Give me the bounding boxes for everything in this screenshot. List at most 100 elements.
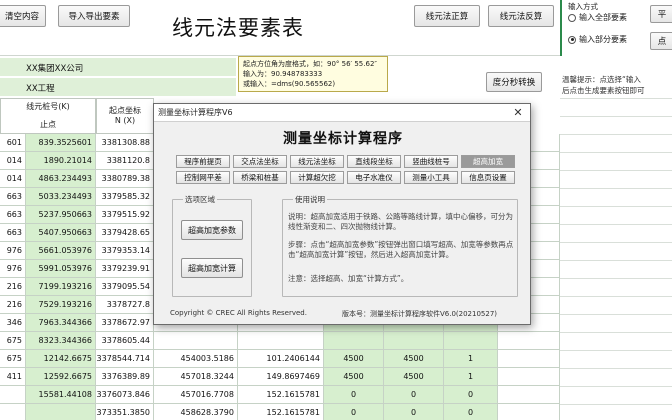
grid-cell[interactable]: 3376073.846 xyxy=(96,386,154,404)
tab-row1-5[interactable]: 超高加宽 xyxy=(461,155,515,168)
grid-cell[interactable]: 839.3525601 xyxy=(26,134,96,152)
grid-cell[interactable] xyxy=(498,332,560,350)
grid-cell[interactable]: 457018.3244 xyxy=(154,368,238,386)
grid-cell[interactable]: 7199.193216 xyxy=(26,278,96,296)
edge-button-1[interactable]: 平 xyxy=(650,5,672,23)
grid-cell[interactable]: 3378544.714 xyxy=(96,350,154,368)
grid-cell[interactable]: 411 xyxy=(0,368,26,386)
grid-cell[interactable]: 3378727.8 xyxy=(96,296,154,314)
grid-cell[interactable]: 4500 xyxy=(384,368,444,386)
tab-row2-5[interactable]: 信息页设置 xyxy=(461,171,515,184)
grid-cell[interactable]: 675 xyxy=(0,350,26,368)
grid-cell[interactable] xyxy=(498,368,560,386)
grid-cell[interactable]: 5033.234493 xyxy=(26,188,96,206)
grid-cell[interactable]: 12592.6675 xyxy=(26,368,96,386)
column-header-start-coord[interactable]: 起点坐标 N (X) xyxy=(96,98,154,134)
grid-cell[interactable]: 3379585.32 xyxy=(96,188,154,206)
grid-cell[interactable]: 663 xyxy=(0,206,26,224)
grid-cell[interactable]: 5407.950663 xyxy=(26,224,96,242)
grid-cell[interactable] xyxy=(154,332,238,350)
grid-cell[interactable]: 4863.234493 xyxy=(26,170,96,188)
tab-row2-1[interactable]: 桥梁和桩基 xyxy=(233,171,287,184)
grid-cell[interactable]: 675 xyxy=(0,332,26,350)
grid-cell[interactable]: 4500 xyxy=(324,350,384,368)
tab-row2-3[interactable]: 电子水准仪 xyxy=(347,171,401,184)
option-partial-elements[interactable]: 输入部分要素 xyxy=(568,34,627,45)
dialog-titlebar[interactable]: 测量坐标计算程序V6 xyxy=(154,104,530,122)
radio-checked-icon[interactable] xyxy=(568,35,576,44)
grid-cell[interactable] xyxy=(444,332,498,350)
grid-cell[interactable]: 12142.6675 xyxy=(26,350,96,368)
grid-cell[interactable]: 454003.5186 xyxy=(154,350,238,368)
grid-cell[interactable]: 1 xyxy=(444,368,498,386)
grid-cell[interactable]: 3379428.65 xyxy=(96,224,154,242)
grid-cell[interactable] xyxy=(498,404,560,420)
import-export-button[interactable]: 导入导出要素 xyxy=(58,5,130,27)
grid-cell[interactable]: 5661.053976 xyxy=(26,242,96,260)
grid-cell[interactable]: 0 xyxy=(324,386,384,404)
grid-cell[interactable]: 152.1615781 xyxy=(238,386,324,404)
grid-cell[interactable]: 0 xyxy=(384,404,444,420)
grid-cell[interactable]: 4500 xyxy=(324,368,384,386)
grid-cell[interactable]: 0 xyxy=(324,404,384,420)
grid-cell[interactable] xyxy=(498,386,560,404)
grid-cell[interactable] xyxy=(384,332,444,350)
grid-cell[interactable]: 7963.344366 xyxy=(26,314,96,332)
grid-cell[interactable]: 149.8697469 xyxy=(238,368,324,386)
tab-row1-0[interactable]: 程序前提页 xyxy=(176,155,230,168)
grid-cell[interactable]: 014 xyxy=(0,170,26,188)
superelevation-params-button[interactable]: 超高加宽参数 xyxy=(181,220,243,240)
grid-cell[interactable]: 3378672.97 xyxy=(96,314,154,332)
grid-cell[interactable]: 101.2406144 xyxy=(238,350,324,368)
inverse-calc-button[interactable]: 线元法反算 xyxy=(488,5,554,27)
grid-cell[interactable]: 014 xyxy=(0,152,26,170)
grid-cell[interactable]: 601 xyxy=(0,134,26,152)
grid-cell[interactable]: 8323.344366 xyxy=(26,332,96,350)
grid-cell[interactable]: 7529.193216 xyxy=(26,296,96,314)
grid-cell[interactable]: 216 xyxy=(0,278,26,296)
grid-cell[interactable]: 457016.7708 xyxy=(154,386,238,404)
grid-cell[interactable]: 3381308.88 xyxy=(96,134,154,152)
radio-unchecked-icon[interactable] xyxy=(568,13,576,22)
grid-cell[interactable]: 3379239.91 xyxy=(96,260,154,278)
clear-content-button[interactable]: 清空内容 xyxy=(0,5,46,27)
grid-cell[interactable]: 0 xyxy=(444,386,498,404)
grid-cell[interactable]: 3379353.14 xyxy=(96,242,154,260)
grid-cell[interactable]: 3380789.38 xyxy=(96,170,154,188)
grid-cell[interactable]: 15581.44108 xyxy=(26,386,96,404)
grid-cell[interactable]: 458628.3790 xyxy=(154,404,238,420)
grid-cell[interactable]: 3379095.54 xyxy=(96,278,154,296)
edge-button-2[interactable]: 点 xyxy=(650,32,672,50)
grid-cell[interactable]: 1 xyxy=(444,350,498,368)
tab-row1-1[interactable]: 交点法坐标 xyxy=(233,155,287,168)
grid-cell[interactable]: 3376389.89 xyxy=(96,368,154,386)
grid-cell[interactable]: 152.1615781 xyxy=(238,404,324,420)
tab-row2-2[interactable]: 计算超欠挖 xyxy=(290,171,344,184)
grid-cell[interactable]: 346 xyxy=(0,314,26,332)
tab-row1-2[interactable]: 线元法坐标 xyxy=(290,155,344,168)
tab-row2-0[interactable]: 控制网平差 xyxy=(176,171,230,184)
grid-cell[interactable]: 0 xyxy=(384,386,444,404)
grid-cell[interactable]: 1890.21014 xyxy=(26,152,96,170)
grid-cell[interactable] xyxy=(0,386,26,404)
grid-cell[interactable]: 3381120.8 xyxy=(96,152,154,170)
dms-convert-button[interactable]: 度分秒转换 xyxy=(486,72,542,92)
forward-calc-button[interactable]: 线元法正算 xyxy=(414,5,480,27)
grid-cell[interactable]: 216 xyxy=(0,296,26,314)
grid-cell[interactable]: 3378605.44 xyxy=(96,332,154,350)
grid-cell[interactable]: 4500 xyxy=(384,350,444,368)
grid-cell[interactable]: 663 xyxy=(0,188,26,206)
tab-row1-3[interactable]: 直线段坐标 xyxy=(347,155,401,168)
grid-cell[interactable] xyxy=(26,404,96,420)
tab-row2-4[interactable]: 测量小工具 xyxy=(404,171,458,184)
grid-cell[interactable]: 5991.053976 xyxy=(26,260,96,278)
grid-cell[interactable] xyxy=(238,332,324,350)
option-all-elements[interactable]: 输入全部要素 xyxy=(568,12,627,23)
tab-row1-4[interactable]: 竖曲线桩号 xyxy=(404,155,458,168)
grid-cell[interactable] xyxy=(0,404,26,420)
column-header-line-no[interactable]: 线元桩号(K) 止点 xyxy=(0,98,96,134)
grid-cell[interactable]: 976 xyxy=(0,260,26,278)
close-icon[interactable]: ✕ xyxy=(511,106,525,120)
grid-cell[interactable]: 3379515.92 xyxy=(96,206,154,224)
grid-cell[interactable]: 0 xyxy=(444,404,498,420)
